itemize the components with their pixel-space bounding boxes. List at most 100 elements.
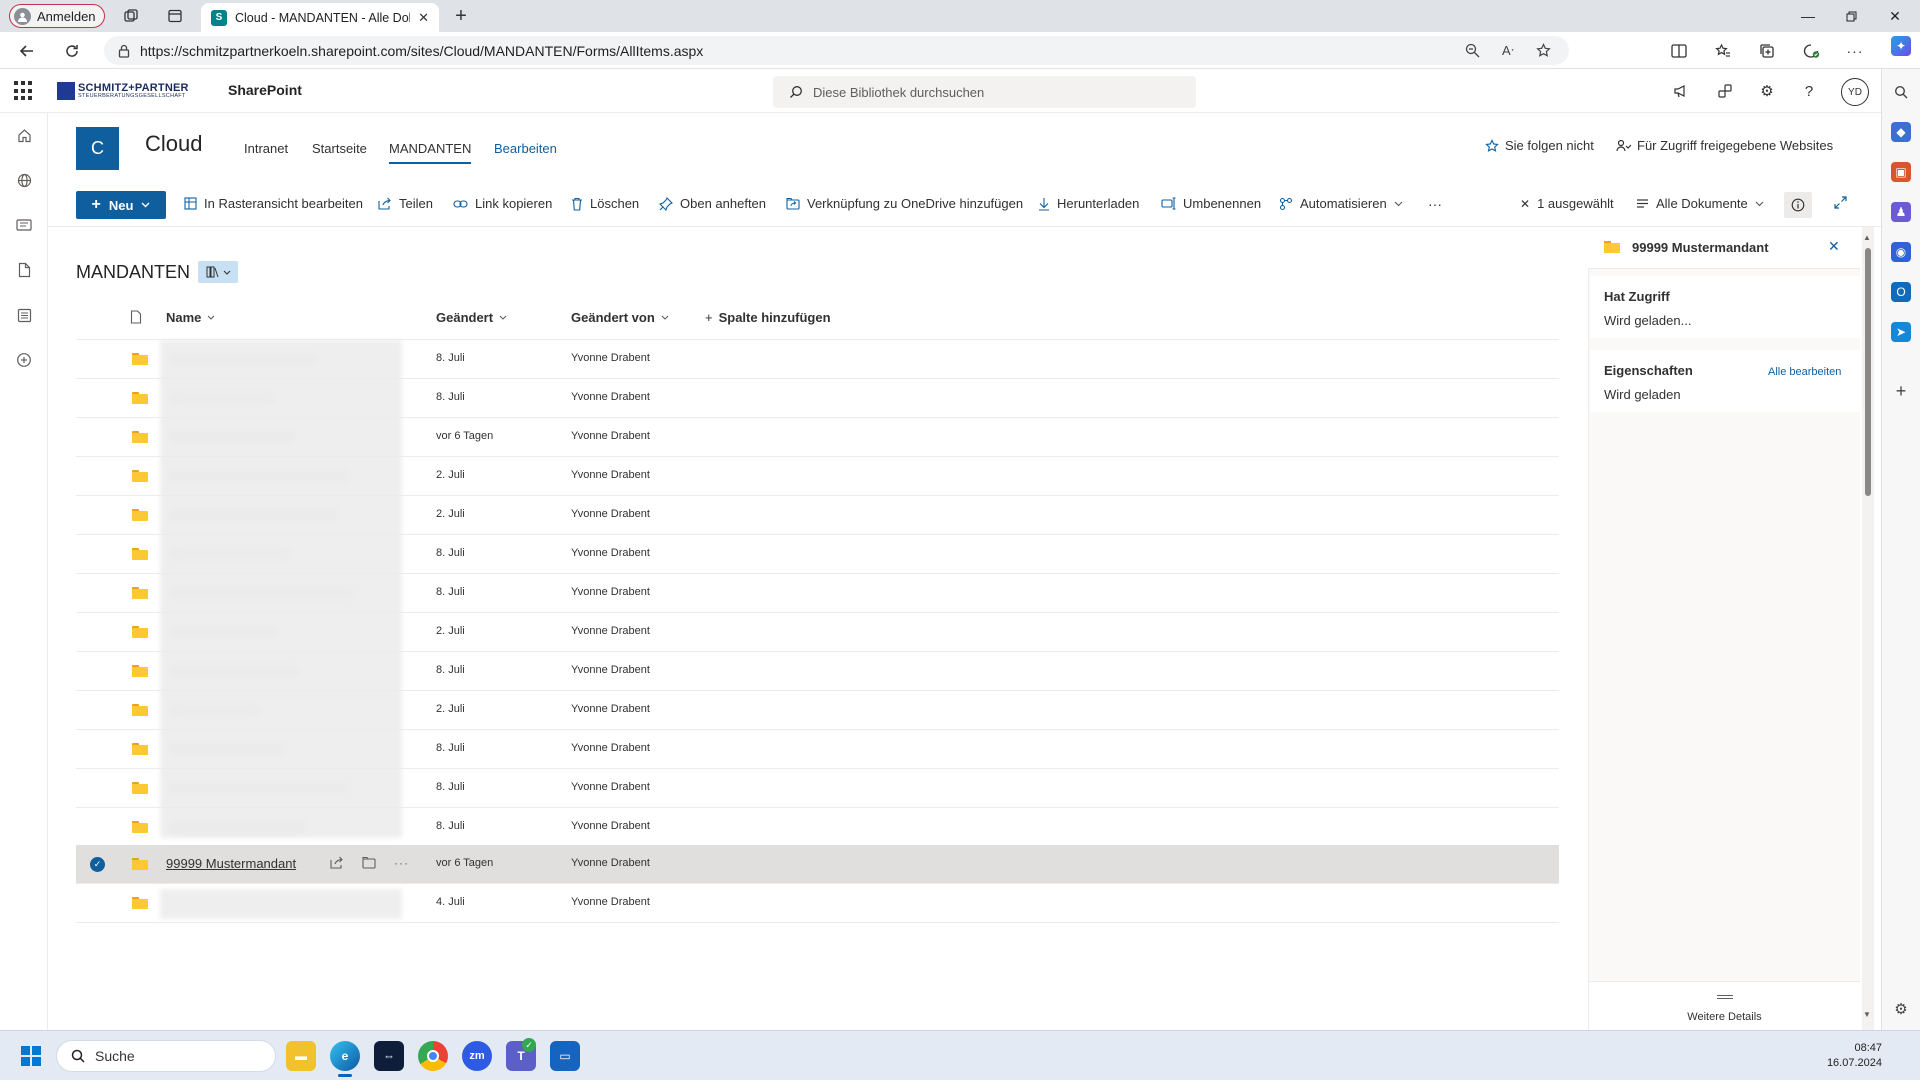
row-more-icon[interactable]: ··· xyxy=(394,856,409,870)
settings-more-icon[interactable]: ··· xyxy=(1844,40,1866,62)
split-screen-icon[interactable] xyxy=(1668,40,1690,62)
lock-icon[interactable] xyxy=(118,44,130,58)
read-aloud-icon[interactable]: Aᐧ xyxy=(1502,43,1514,59)
nav-startseite[interactable]: Startseite xyxy=(312,141,367,156)
table-row-selected[interactable]: ✓ 99999 Mustermandant ··· vor 6 Tagen Yv… xyxy=(76,845,1559,884)
workspaces-icon[interactable] xyxy=(120,5,142,27)
create-icon[interactable] xyxy=(14,350,34,370)
sidebar-search-icon[interactable] xyxy=(1891,82,1911,102)
games-icon[interactable]: ♟ xyxy=(1891,202,1911,222)
site-logo[interactable]: C xyxy=(76,127,119,170)
download-button[interactable]: Herunterladen xyxy=(1038,196,1139,211)
copy-link-button[interactable]: Link kopieren xyxy=(453,196,552,211)
organization-logo[interactable]: SCHMITZ+PARTNER STEUERBERATUNGSGESELLSCH… xyxy=(57,82,189,100)
info-pane-icon[interactable] xyxy=(1784,192,1812,218)
folder-name-link[interactable]: 99999 Mustermandant xyxy=(166,856,296,871)
home-icon[interactable] xyxy=(14,125,34,145)
more-commands-button[interactable]: ··· xyxy=(1428,196,1442,212)
close-window-icon[interactable]: ✕ xyxy=(1872,4,1918,28)
collections-icon[interactable] xyxy=(1756,40,1778,62)
nav-mandanten[interactable]: MANDANTEN xyxy=(389,141,472,164)
row-checkmark-icon[interactable]: ✓ xyxy=(90,857,105,872)
column-header-modified[interactable]: Geändert xyxy=(436,310,507,325)
selection-status[interactable]: ✕ 1 ausgewählt xyxy=(1520,196,1614,211)
windows-start-icon[interactable] xyxy=(20,1045,42,1067)
nav-edit-link[interactable]: Bearbeiten xyxy=(494,141,557,156)
scroll-up-icon[interactable]: ▲ xyxy=(1863,233,1871,242)
library-search[interactable]: Diese Bibliothek durchsuchen xyxy=(773,76,1196,108)
grid-edit-button[interactable]: In Rasteransicht bearbeiten xyxy=(184,196,363,211)
onedrive-shortcut-button[interactable]: Verknüpfung zu OneDrive hinzufügen xyxy=(786,196,1023,211)
connections-icon[interactable] xyxy=(1714,80,1736,102)
tab-sharepoint[interactable]: S Cloud - MANDANTEN - Alle Dok ✕ xyxy=(201,3,439,32)
refresh-icon[interactable] xyxy=(59,39,85,63)
details-scrollbar-thumb[interactable] xyxy=(1865,248,1871,496)
new-button[interactable]: + Neu xyxy=(76,191,166,219)
minimize-icon[interactable]: — xyxy=(1785,4,1831,28)
nav-intranet[interactable]: Intranet xyxy=(244,141,288,156)
favorites-icon[interactable] xyxy=(1712,40,1734,62)
back-icon[interactable] xyxy=(14,39,40,63)
close-tab-icon[interactable]: ✕ xyxy=(418,10,429,26)
teamviewer-icon[interactable]: ⇔ xyxy=(374,1041,404,1071)
news-icon[interactable] xyxy=(14,215,34,235)
help-icon[interactable]: ? xyxy=(1798,80,1820,102)
app-title[interactable]: SharePoint xyxy=(228,82,302,98)
clear-selection-icon[interactable]: ✕ xyxy=(1520,197,1530,211)
site-title[interactable]: Cloud xyxy=(145,131,202,157)
zoom-app-icon[interactable]: zm xyxy=(462,1041,492,1071)
url-text[interactable]: https://schmitzpartnerkoeln.sharepoint.c… xyxy=(140,43,1455,59)
new-tab-icon[interactable]: + xyxy=(450,5,472,27)
tools-icon[interactable]: ▣ xyxy=(1891,162,1911,182)
row-activity-icon[interactable] xyxy=(362,856,376,869)
rename-button[interactable]: Umbenennen xyxy=(1161,196,1261,211)
announcement-icon[interactable] xyxy=(1670,80,1692,102)
copilot-icon[interactable]: ✦ xyxy=(1891,36,1911,56)
library-view-toggle[interactable] xyxy=(198,261,239,283)
favorite-star-icon[interactable] xyxy=(1536,42,1551,59)
row-share-icon[interactable] xyxy=(330,856,344,869)
zoom-icon[interactable] xyxy=(1465,43,1480,59)
lists-icon[interactable] xyxy=(14,305,34,325)
browser-essentials-icon[interactable] xyxy=(1800,40,1822,62)
view-switcher[interactable]: Alle Dokumente xyxy=(1636,196,1764,211)
edge-browser-icon[interactable]: e xyxy=(330,1041,360,1071)
scroll-down-icon[interactable]: ▼ xyxy=(1863,1010,1871,1019)
sites-globe-icon[interactable] xyxy=(14,170,34,190)
tab-actions-icon[interactable] xyxy=(164,5,186,27)
user-avatar[interactable]: YD xyxy=(1841,78,1869,106)
profile-button[interactable]: Anmelden xyxy=(9,4,105,28)
outlook-icon[interactable]: O xyxy=(1891,282,1911,302)
folder-icon xyxy=(132,782,148,794)
delete-button[interactable]: Löschen xyxy=(571,196,639,211)
folder-icon xyxy=(132,587,148,599)
expand-fullscreen-icon[interactable] xyxy=(1834,196,1847,209)
taskbar-search[interactable]: Suche xyxy=(56,1040,276,1072)
url-bar[interactable]: https://schmitzpartnerkoeln.sharepoint.c… xyxy=(104,36,1569,65)
pin-top-button[interactable]: Oben anheften xyxy=(659,196,766,211)
edit-all-link[interactable]: Alle bearbeiten xyxy=(1768,366,1841,378)
remote-desktop-icon[interactable]: ▭ xyxy=(550,1041,580,1071)
share-button[interactable]: Teilen xyxy=(378,196,433,211)
settings-gear-icon[interactable]: ⚙ xyxy=(1756,80,1778,102)
chrome-icon[interactable] xyxy=(418,1041,448,1071)
add-sidebar-app-icon[interactable]: + xyxy=(1891,381,1911,401)
column-header-modified-by[interactable]: Geändert von xyxy=(571,310,669,325)
system-clock[interactable]: 08:47 16.07.2024 xyxy=(1824,1041,1882,1071)
file-explorer-icon[interactable]: ▬ xyxy=(286,1041,316,1071)
send-icon[interactable]: ➤ xyxy=(1891,322,1911,342)
app-launcher-icon[interactable] xyxy=(14,81,34,101)
more-details-footer[interactable]: Weitere Details xyxy=(1589,981,1860,1030)
m365-icon[interactable]: ◉ xyxy=(1891,242,1911,262)
automate-button[interactable]: Automatisieren xyxy=(1279,196,1403,211)
column-header-name[interactable]: Name xyxy=(166,310,215,325)
shopping-tag-icon[interactable]: ◆ xyxy=(1891,122,1911,142)
shared-sites-button[interactable]: Für Zugriff freigegebene Websites xyxy=(1616,138,1833,153)
restore-icon[interactable] xyxy=(1828,4,1874,28)
sidebar-settings-icon[interactable]: ⚙ xyxy=(1891,999,1911,1019)
files-icon[interactable] xyxy=(14,260,34,280)
follow-button[interactable]: Sie folgen nicht xyxy=(1485,138,1594,153)
file-type-column-icon[interactable] xyxy=(130,310,142,324)
close-details-icon[interactable]: ✕ xyxy=(1828,238,1840,255)
add-column-button[interactable]: + Spalte hinzufügen xyxy=(705,310,831,325)
